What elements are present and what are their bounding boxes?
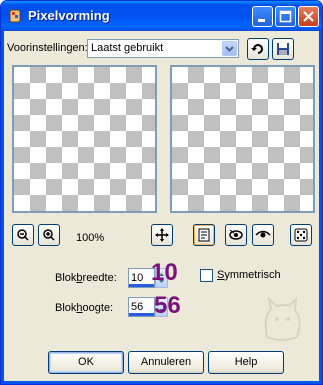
source-preview-pane[interactable]	[12, 65, 157, 213]
save-preset-button[interactable]	[272, 38, 294, 60]
dialog-window: Pixelvorming Voorinstellingen: Laatst ge…	[0, 0, 323, 385]
reset-presets-button[interactable]	[247, 38, 269, 60]
block-height-overlay-number: 56	[154, 292, 181, 319]
block-height-input[interactable]: 56	[128, 297, 155, 317]
title-bar[interactable]: Pixelvorming	[1, 1, 322, 31]
cancel-button[interactable]: Annuleren	[128, 351, 204, 374]
randomize-button[interactable]	[290, 224, 312, 246]
proof-toggle-button[interactable]	[193, 224, 215, 246]
block-width-overlay-number: 10	[151, 259, 178, 286]
preview-eye-button[interactable]	[252, 224, 274, 246]
cat-watermark-icon	[264, 297, 301, 341]
close-icon	[303, 11, 314, 22]
zoom-in-button[interactable]	[38, 224, 60, 246]
window-border-left	[1, 31, 4, 384]
window-title: Pixelvorming	[28, 8, 110, 23]
maximize-icon	[279, 10, 292, 23]
zoom-out-button[interactable]	[12, 224, 34, 246]
help-button[interactable]: Help	[208, 351, 284, 374]
presets-label: Voorinstellingen:	[7, 42, 88, 54]
zoom-in-icon	[43, 229, 55, 241]
maximize-button[interactable]	[275, 6, 296, 27]
block-height-slider-bar[interactable]	[129, 313, 154, 316]
zoom-out-icon	[17, 229, 29, 241]
proof-icon	[198, 228, 210, 242]
close-button[interactable]	[298, 6, 319, 27]
reset-icon	[251, 44, 263, 54]
move-icon	[155, 228, 169, 242]
pixel-app-icon	[9, 9, 21, 23]
result-preview-pane[interactable]	[170, 65, 315, 213]
block-width-label: Blokbreedte:	[55, 272, 117, 284]
symmetric-label[interactable]: Symmetrisch	[217, 269, 281, 281]
auto-proof-button[interactable]	[225, 224, 247, 246]
ok-button[interactable]: OK	[48, 351, 124, 374]
randomize-dice-icon	[294, 228, 308, 242]
save-disk-icon	[277, 43, 289, 55]
presets-dropdown[interactable]: Laatst gebruikt	[87, 39, 239, 58]
symmetric-checkbox[interactable]	[200, 269, 213, 282]
dropdown-arrow-button[interactable]	[222, 41, 237, 56]
window-border-bottom	[1, 381, 322, 384]
presets-selected-value: Laatst gebruikt	[91, 42, 164, 54]
zoom-level: 100%	[76, 232, 105, 244]
block-height-value: 56	[131, 301, 144, 313]
block-width-value: 10	[131, 272, 144, 284]
block-height-label: Blokhoogte:	[55, 302, 114, 314]
preview-eye-icon	[255, 230, 271, 238]
minimize-button[interactable]	[252, 6, 273, 27]
chevron-down-icon	[225, 46, 234, 52]
minimize-icon	[258, 19, 265, 22]
auto-proof-icon	[229, 229, 243, 240]
move-preview-button[interactable]	[151, 224, 173, 246]
window-border-right	[319, 31, 322, 384]
